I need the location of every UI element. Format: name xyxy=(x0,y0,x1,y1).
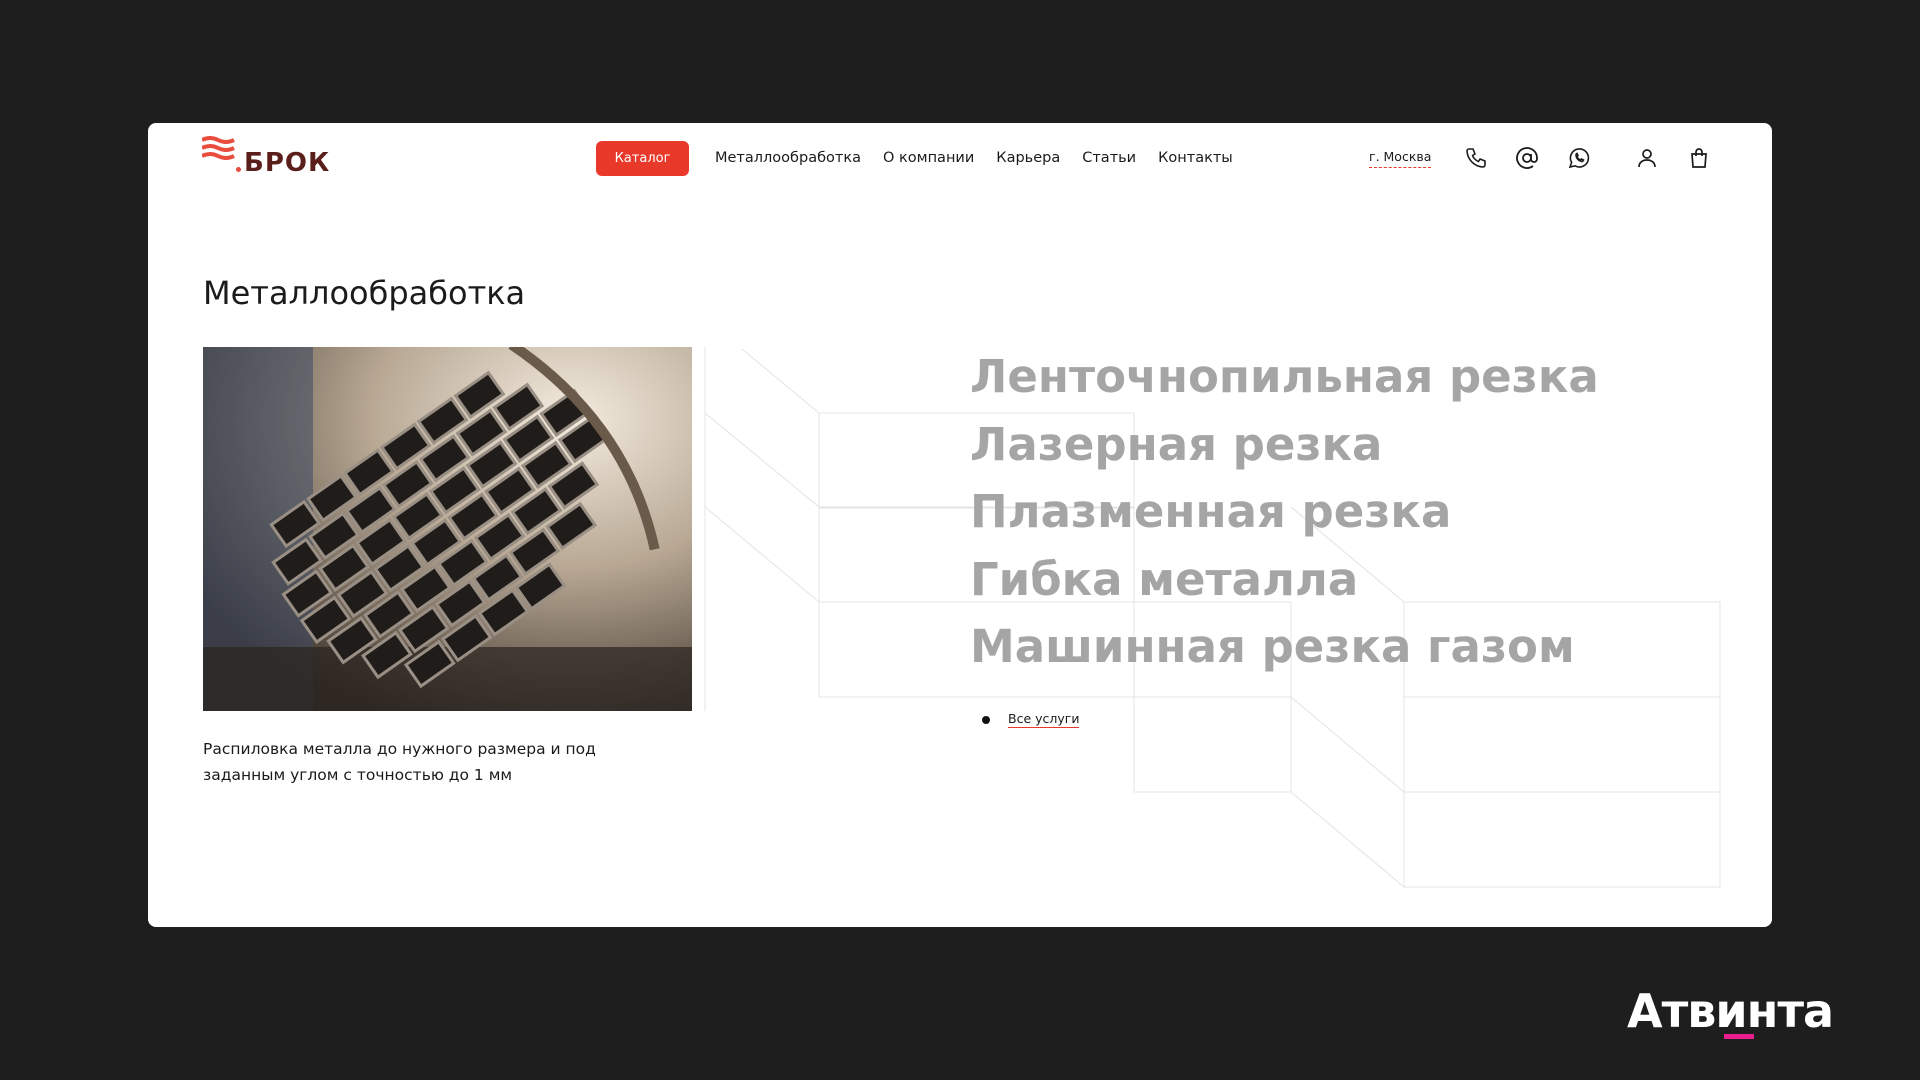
logo-text: БРОК xyxy=(244,148,331,178)
phone-icon[interactable] xyxy=(1464,146,1488,170)
nav-metalworking[interactable]: Металлообработка xyxy=(715,149,861,167)
footer-brand: Атвинта xyxy=(1627,984,1834,1038)
catalog-button[interactable]: Каталог xyxy=(596,141,689,176)
logo-dot xyxy=(236,167,241,172)
nav-career[interactable]: Карьера xyxy=(996,149,1060,167)
main-nav: Металлообработка О компании Карьера Стат… xyxy=(715,149,1255,167)
all-services-link[interactable]: Все услуги xyxy=(1008,711,1080,728)
service-item-gas-cutting[interactable]: Машинная резка газом xyxy=(970,613,1599,681)
whatsapp-icon[interactable] xyxy=(1567,146,1591,170)
brand-underline xyxy=(1724,1034,1754,1039)
services-list: Ленточнопильная резка Лазерная резка Пла… xyxy=(970,343,1599,681)
nav-articles[interactable]: Статьи xyxy=(1082,149,1136,167)
page-title: Металлообработка xyxy=(203,274,526,312)
logo[interactable]: БРОК xyxy=(202,136,337,180)
metal-pipes-photo xyxy=(203,347,692,711)
nav-about[interactable]: О компании xyxy=(883,149,974,167)
website-frame: БРОК Каталог Металлообработка О компании… xyxy=(148,123,1772,927)
service-item-bending[interactable]: Гибка металла xyxy=(970,546,1599,614)
user-icon[interactable] xyxy=(1635,146,1659,170)
city-selector[interactable]: г. Москва xyxy=(1369,149,1432,168)
logo-mark-icon xyxy=(202,136,235,160)
nav-contacts[interactable]: Контакты xyxy=(1158,149,1233,167)
service-item-plasma[interactable]: Плазменная резка xyxy=(970,478,1599,546)
email-icon[interactable] xyxy=(1515,146,1539,170)
service-description: Распиловка металла до нужного размера и … xyxy=(203,740,596,784)
all-services: Все услуги xyxy=(982,711,1080,728)
service-item-band-saw[interactable]: Ленточнопильная резка xyxy=(970,343,1599,411)
bullet-icon xyxy=(982,715,990,724)
service-item-laser[interactable]: Лазерная резка xyxy=(970,411,1599,479)
cart-icon[interactable] xyxy=(1687,146,1711,170)
